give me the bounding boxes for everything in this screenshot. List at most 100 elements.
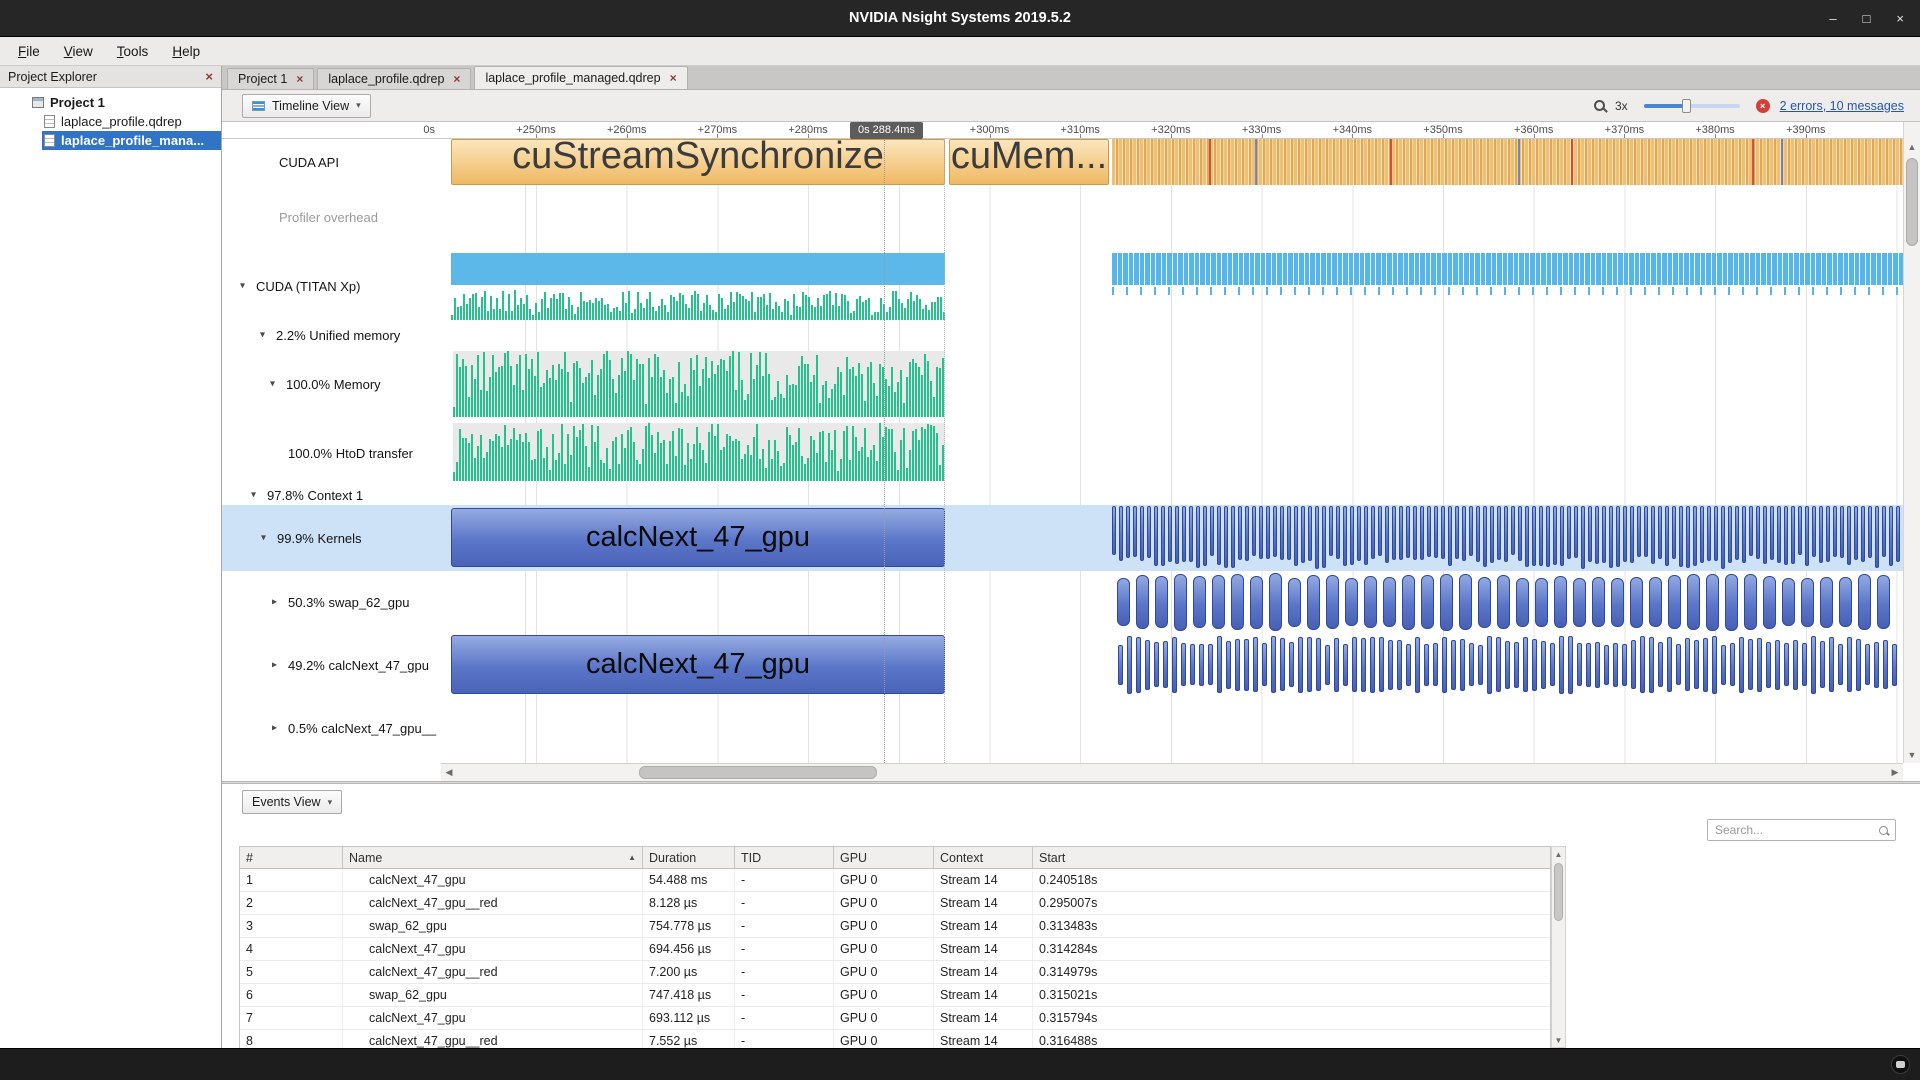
- timeline-row-cuda-titan-xp[interactable]: ▾CUDA (TITAN Xp): [222, 249, 1903, 323]
- cell-tid: -: [735, 984, 834, 1006]
- tab-close-icon[interactable]: ×: [296, 72, 303, 86]
- timeline-row-track[interactable]: [441, 421, 1903, 485]
- timeline-row-label[interactable]: ▾100.0% Memory: [222, 347, 441, 421]
- menu-item-view[interactable]: View: [52, 40, 105, 63]
- chevron-down-icon[interactable]: ▾: [260, 329, 265, 340]
- timeline-row-track[interactable]: [441, 697, 1903, 759]
- table-row[interactable]: 7calcNext_47_gpu693.112 µs-GPU 0Stream 1…: [240, 1007, 1550, 1030]
- chevron-down-icon[interactable]: ▾: [270, 378, 275, 389]
- chevron-right-icon[interactable]: ▸: [272, 659, 277, 670]
- timeline-row-track[interactable]: [441, 347, 1903, 421]
- cell-start: 0.314979s: [1033, 961, 1551, 983]
- table-row[interactable]: 4calcNext_47_gpu694.456 µs-GPU 0Stream 1…: [240, 938, 1550, 961]
- tree-item-laplace-profile-mana[interactable]: laplace_profile_mana...: [0, 131, 221, 150]
- scroll-right-icon[interactable]: ▶: [1887, 764, 1903, 781]
- timeline-vscroll-thumb[interactable]: [1906, 158, 1918, 246]
- column-header-context[interactable]: Context: [934, 847, 1033, 868]
- kernel-range-bar[interactable]: calcNext_47_gpu: [451, 508, 945, 567]
- column-header-tid[interactable]: TID: [735, 847, 834, 868]
- tree-item-project-1[interactable]: Project 1: [0, 93, 221, 112]
- timeline-row-track[interactable]: calcNext_47_gpu: [441, 505, 1903, 571]
- timeline-view-selector[interactable]: Timeline View ▾: [242, 94, 371, 118]
- close-icon[interactable]: ×: [1896, 11, 1904, 26]
- column-header-gpu[interactable]: GPU: [834, 847, 934, 868]
- timeline-row-track[interactable]: cuStreamSynchronizecuMem...: [441, 139, 1903, 185]
- table-row[interactable]: 3swap_62_gpu754.778 µs-GPU 0Stream 140.3…: [240, 915, 1550, 938]
- table-row[interactable]: 6swap_62_gpu747.418 µs-GPU 0Stream 140.3…: [240, 984, 1550, 1007]
- timeline-ruler[interactable]: 0s +250ms+260ms+270ms+280ms+290ms+300ms+…: [222, 122, 1903, 139]
- timeline-row-track[interactable]: [441, 323, 1903, 347]
- zoom-slider[interactable]: [1644, 104, 1740, 108]
- notification-icon[interactable]: [1891, 1055, 1910, 1074]
- timeline-row-profiler-overhead[interactable]: Profiler overhead: [222, 185, 1903, 249]
- events-table-scroll-thumb[interactable]: [1554, 863, 1563, 921]
- table-row[interactable]: 5calcNext_47_gpu__red7.200 µs-GPU 0Strea…: [240, 961, 1550, 984]
- cuda-api-range-bar[interactable]: cuMem...: [949, 139, 1109, 185]
- timeline-row-track[interactable]: [441, 249, 1903, 323]
- menu-item-file[interactable]: File: [6, 40, 52, 63]
- timeline-row-50-3-swap-62-gpu[interactable]: ▸50.3% swap_62_gpu: [222, 571, 1903, 633]
- timeline-row-97-8-context-1[interactable]: ▾97.8% Context 1: [222, 485, 1903, 505]
- chevron-right-icon[interactable]: ▸: [272, 722, 277, 733]
- scroll-up-icon[interactable]: ▲: [1552, 847, 1565, 861]
- timeline-row-label[interactable]: ▸50.3% swap_62_gpu: [222, 571, 441, 633]
- timeline-row-label[interactable]: ▾99.9% Kernels: [222, 505, 441, 571]
- chevron-down-icon[interactable]: ▾: [251, 489, 256, 500]
- cuda-api-range-bar[interactable]: cuStreamSynchronize: [451, 139, 945, 185]
- events-view-selector[interactable]: Events View ▾: [242, 790, 342, 814]
- timeline-row-label[interactable]: ▸0.5% calcNext_47_gpu__: [222, 697, 441, 759]
- tree-item-laplace-profile-qdrep[interactable]: laplace_profile.qdrep: [0, 112, 221, 131]
- menu-item-tools[interactable]: Tools: [105, 40, 161, 63]
- minimize-icon[interactable]: –: [1829, 11, 1836, 26]
- timeline-vertical-scrollbar[interactable]: ▲ ▼: [1903, 122, 1920, 763]
- scroll-left-icon[interactable]: ◀: [441, 764, 457, 781]
- tab-project-1[interactable]: Project 1×: [227, 68, 314, 89]
- scroll-down-icon[interactable]: ▼: [1552, 1033, 1565, 1047]
- tab-close-icon[interactable]: ×: [670, 71, 677, 85]
- maximize-icon[interactable]: □: [1863, 11, 1871, 26]
- timeline-row-label[interactable]: 100.0% HtoD transfer: [222, 421, 441, 485]
- timeline-row-cuda-api[interactable]: CUDA APIcuStreamSynchronizecuMem...: [222, 139, 1903, 185]
- errors-messages-link[interactable]: 2 errors, 10 messages: [1780, 99, 1904, 113]
- tab-laplace-profile-qdrep[interactable]: laplace_profile.qdrep×: [317, 68, 471, 89]
- table-row[interactable]: 1calcNext_47_gpu54.488 ms-GPU 0Stream 14…: [240, 869, 1550, 892]
- timeline-horizontal-scrollbar[interactable]: ◀ ▶: [441, 763, 1903, 781]
- table-row[interactable]: 8calcNext_47_gpu__red7.552 µs-GPU 0Strea…: [240, 1030, 1550, 1048]
- timeline-row-label[interactable]: ▸49.2% calcNext_47_gpu: [222, 633, 441, 697]
- column-header-duration[interactable]: Duration: [643, 847, 735, 868]
- menu-item-help[interactable]: Help: [160, 40, 212, 63]
- timeline-row-99-9-kernels[interactable]: ▾99.9% KernelscalcNext_47_gpu: [222, 505, 1903, 571]
- tab-close-icon[interactable]: ×: [453, 72, 460, 86]
- panel-close-icon[interactable]: ×: [205, 69, 213, 84]
- timeline-row-label[interactable]: ▾2.2% Unified memory: [222, 323, 441, 347]
- cell-gpu: GPU 0: [834, 915, 934, 937]
- timeline-row-label[interactable]: CUDA API: [222, 139, 441, 185]
- timeline-row-track[interactable]: calcNext_47_gpu: [441, 633, 1903, 697]
- timeline-row-track[interactable]: [441, 571, 1903, 633]
- chevron-down-icon[interactable]: ▾: [261, 532, 266, 543]
- timeline-row-100-0-memory[interactable]: ▾100.0% Memory: [222, 347, 1903, 421]
- timeline-hscroll-thumb[interactable]: [639, 766, 877, 779]
- column-header-start[interactable]: Start: [1033, 847, 1551, 868]
- timeline-row-track[interactable]: [441, 485, 1903, 505]
- timeline-row-label[interactable]: ▾97.8% Context 1: [222, 485, 441, 505]
- timeline-row-label[interactable]: ▾CUDA (TITAN Xp): [222, 249, 441, 323]
- timeline-row-0-5-calcnext-47-gpu[interactable]: ▸0.5% calcNext_47_gpu__: [222, 697, 1903, 759]
- kernel-range-bar[interactable]: calcNext_47_gpu: [451, 635, 945, 694]
- timeline-row-2-2-unified-memory[interactable]: ▾2.2% Unified memory: [222, 323, 1903, 347]
- events-table-scrollbar[interactable]: ▲ ▼: [1551, 846, 1566, 1048]
- chevron-right-icon[interactable]: ▸: [272, 596, 277, 607]
- timeline-row-track[interactable]: [441, 185, 1903, 249]
- timeline-row-label[interactable]: Profiler overhead: [222, 185, 441, 249]
- column-header-[interactable]: #: [240, 847, 343, 868]
- scroll-down-icon[interactable]: ▼: [1904, 747, 1920, 763]
- table-row[interactable]: 2calcNext_47_gpu__red8.128 µs-GPU 0Strea…: [240, 892, 1550, 915]
- column-header-name[interactable]: Name▲: [343, 847, 643, 868]
- zoom-slider-handle[interactable]: [1682, 99, 1691, 113]
- tab-laplace-profile-managed-qdrep[interactable]: laplace_profile_managed.qdrep×: [474, 66, 687, 89]
- timeline-row-49-2-calcnext-47-gpu[interactable]: ▸49.2% calcNext_47_gpucalcNext_47_gpu: [222, 633, 1903, 697]
- chevron-down-icon[interactable]: ▾: [240, 280, 245, 291]
- scroll-up-icon[interactable]: ▲: [1904, 139, 1920, 155]
- search-input[interactable]: [1715, 823, 1874, 837]
- timeline-row-100-0-htod-transfer[interactable]: 100.0% HtoD transfer: [222, 421, 1903, 485]
